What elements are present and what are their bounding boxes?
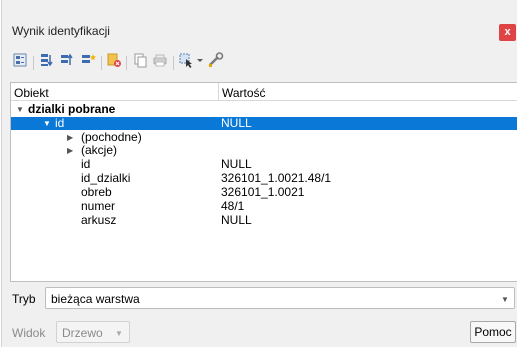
collapse-arrow-icon[interactable]: ▼	[16, 103, 24, 116]
results-tree: Obiekt Wartość ▼ dzialki pobrane ▼ id NU…	[10, 82, 517, 282]
chevron-down-icon: ▼	[115, 329, 123, 338]
expand-all-icon[interactable]	[38, 52, 56, 70]
help-button[interactable]: Pomoc	[470, 321, 516, 343]
toolbar	[2, 50, 517, 76]
column-header-value[interactable]: Wartość	[222, 86, 266, 100]
attribute-row[interactable]: id_dzialki 326101_1.0021.48/1	[11, 172, 517, 185]
layer-name: dzialki pobrane	[28, 102, 116, 116]
attribute-value: NULL	[221, 213, 252, 227]
attribute-name: obreb	[81, 185, 112, 199]
select-features-icon[interactable]	[178, 52, 196, 70]
window-title: Wynik identyfikacji	[12, 24, 110, 38]
attribute-value: 326101_1.0021	[221, 185, 305, 199]
collapse-all-icon[interactable]	[58, 52, 76, 70]
group-label: (akcje)	[81, 143, 118, 157]
attribute-row[interactable]: obreb 326101_1.0021	[11, 186, 517, 199]
close-button[interactable]: x	[499, 24, 516, 41]
expand-icon[interactable]	[80, 52, 98, 70]
column-header-object[interactable]: Obiekt	[14, 86, 49, 100]
attribute-value: 326101_1.0021.48/1	[221, 171, 332, 185]
expand-arrow-icon[interactable]: ▶	[67, 131, 73, 144]
attribute-name: arkusz	[81, 213, 117, 227]
identify-results-panel: Wynik identyfikacji x Obiekt Wartość ▼ d…	[1, 0, 517, 347]
layer-row[interactable]: ▼ dzialki pobrane	[11, 103, 517, 116]
view-value: Drzewo	[62, 326, 103, 340]
attribute-value: NULL	[221, 157, 252, 171]
column-divider[interactable]	[218, 83, 219, 101]
attribute-name: numer	[81, 199, 116, 213]
view-select[interactable]: Drzewo ▼	[56, 321, 130, 343]
attribute-value: 48/1	[221, 199, 245, 213]
toolbar-separator	[33, 56, 34, 70]
feature-value: NULL	[221, 116, 252, 130]
feature-key: id	[55, 116, 65, 130]
tree-header: Obiekt Wartość	[11, 83, 517, 101]
attribute-row[interactable]: arkusz NULL	[11, 214, 517, 227]
title-bar[interactable]: Wynik identyfikacji x	[2, 16, 517, 46]
attribute-name: id_dzialki	[81, 171, 131, 185]
clear-results-icon[interactable]	[106, 52, 124, 70]
copy-feature-icon[interactable]	[132, 52, 150, 70]
attribute-row[interactable]: numer 48/1	[11, 200, 517, 213]
view-label: Widok	[12, 326, 46, 340]
attribute-row[interactable]: id NULL	[11, 158, 517, 171]
mode-label: Tryb	[12, 292, 36, 306]
print-icon[interactable]	[152, 52, 170, 70]
selected-feature-row[interactable]: ▼ id NULL	[11, 117, 517, 130]
footer: Tryb bieżąca warstwa ▼ Widok Drzewo ▼ Po…	[2, 283, 517, 347]
mode-value: bieżąca warstwa	[51, 292, 140, 306]
attribute-name: id	[81, 157, 91, 171]
group-row-actions[interactable]: ▶ (akcje)	[11, 144, 517, 157]
chevron-down-icon: ▼	[501, 295, 509, 304]
settings-icon[interactable]	[207, 52, 225, 70]
expand-arrow-icon[interactable]: ▶	[67, 144, 73, 157]
collapse-arrow-icon[interactable]: ▼	[43, 117, 51, 130]
toolbar-separator	[126, 56, 127, 70]
mode-select[interactable]: bieżąca warstwa ▼	[45, 287, 515, 309]
toolbar-separator	[101, 56, 102, 70]
toolbar-separator	[173, 56, 174, 70]
expand-new-features-icon[interactable]	[12, 52, 30, 70]
